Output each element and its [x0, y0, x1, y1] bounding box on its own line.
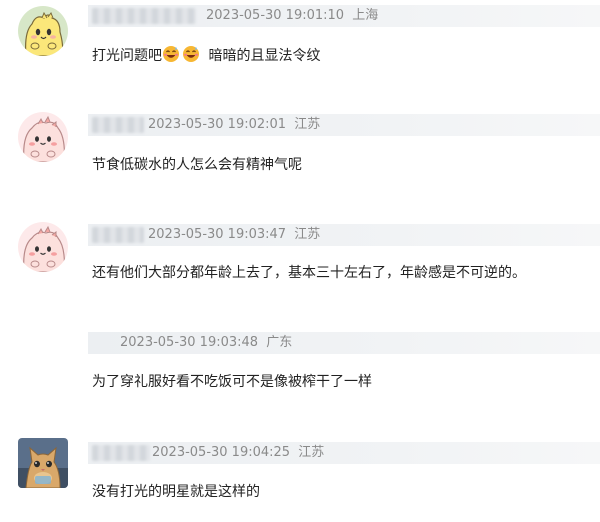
yellow-dinosaur-avatar[interactable] — [18, 6, 68, 56]
comment-meta-bar: 2023-05-30 19:02:01 江苏 — [88, 114, 600, 136]
comment-meta: 2023-05-30 19:02:01 江苏 — [148, 114, 320, 136]
comment-meta: 2023-05-30 19:04:25 江苏 — [152, 442, 324, 464]
comment-text: 打光问题吧 暗暗的且显法令纹 — [92, 45, 320, 69]
cat-photo-avatar[interactable] — [18, 438, 68, 488]
comment-meta-bar: 2023-05-30 19:03:48 广东 — [88, 332, 600, 354]
comment-item: 2023-05-30 19:01:10 上海 打光问题吧 暗暗的且显法令纹 — [0, 0, 600, 100]
username-blurred[interactable] — [92, 8, 196, 24]
comment-timestamp: 2023-05-30 19:04:25 — [152, 445, 291, 460]
comment-location: 广东 — [266, 335, 293, 350]
comment-timestamp: 2023-05-30 19:03:48 — [120, 335, 259, 350]
comment-timestamp: 2023-05-30 19:02:01 — [148, 117, 287, 132]
grinning-sweat-emoji-icon — [182, 45, 200, 69]
comment-meta: 2023-05-30 19:01:10 上海 — [206, 5, 378, 27]
comment-location: 上海 — [352, 8, 379, 23]
comment-timestamp: 2023-05-30 19:03:47 — [148, 227, 287, 242]
comment-meta: 2023-05-30 19:03:48 广东 — [120, 332, 292, 354]
pink-dinosaur-avatar[interactable] — [18, 112, 68, 162]
comment-text-part: 打光问题吧 — [92, 48, 162, 64]
username-blurred[interactable] — [92, 117, 144, 133]
comment-location: 江苏 — [294, 117, 321, 132]
username-blurred[interactable] — [92, 227, 144, 243]
comment-text: 为了穿礼服好看不吃饭可不是像被榨干了一样 — [92, 374, 372, 390]
comment-location: 江苏 — [298, 445, 325, 460]
comment-meta-bar: 2023-05-30 19:04:25 江苏 — [88, 442, 600, 464]
comment-timestamp: 2023-05-30 19:01:10 — [206, 8, 345, 23]
comment-text: 节食低碳水的人怎么会有精神气呢 — [92, 157, 302, 173]
comment-meta-bar: 2023-05-30 19:01:10 上海 — [88, 5, 600, 27]
comment-text: 还有他们大部分都年龄上去了，基本三十左右了，年龄感是不可逆的。 — [92, 265, 526, 281]
comment-text: 没有打光的明星就是这样的 — [92, 484, 260, 500]
comment-meta: 2023-05-30 19:03:47 江苏 — [148, 224, 320, 246]
username-blurred[interactable] — [92, 445, 150, 461]
pink-dinosaur-avatar[interactable] — [18, 222, 68, 272]
comment-location: 江苏 — [294, 227, 321, 242]
comment-text-part: 暗暗的且显法令纹 — [208, 48, 321, 64]
comment-meta-bar: 2023-05-30 19:03:47 江苏 — [88, 224, 600, 246]
grinning-sweat-emoji-icon — [162, 45, 180, 69]
